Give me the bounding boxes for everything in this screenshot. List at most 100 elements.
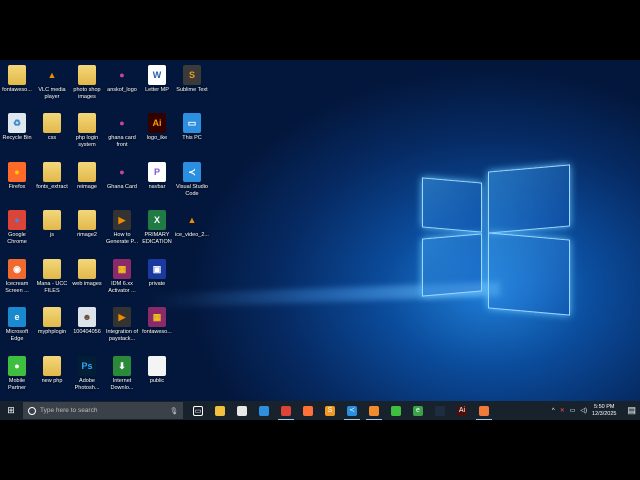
desktop-icon[interactable]: css xyxy=(35,113,69,142)
cortana-icon xyxy=(28,406,36,415)
desktop-icon-label: fonts_extract xyxy=(36,184,68,190)
word-icon: W xyxy=(148,65,166,85)
volume-icon[interactable]: ◁) xyxy=(580,407,587,414)
desktop-icon[interactable]: ● Mobile Partner xyxy=(0,356,34,392)
desktop-icon[interactable]: reimage xyxy=(70,162,104,191)
icecream-icon xyxy=(479,405,489,416)
desktop-icon[interactable]: Pnavbar xyxy=(140,162,174,191)
desktop-icon-label: js xyxy=(50,232,54,238)
desktop-icon[interactable]: ● Ghana Card xyxy=(105,162,139,191)
desktop-icon-label: rimage2 xyxy=(77,232,97,238)
desktop-icon[interactable]: ● ghana card front xyxy=(105,113,139,149)
desktop-icon[interactable]: ● anskof_logo xyxy=(105,65,139,94)
vlc-icon: ▲ xyxy=(47,70,57,80)
desktop-icon[interactable]: ▣ private xyxy=(140,259,174,288)
folder-icon xyxy=(43,307,61,327)
desktop-icon[interactable]: ♻ Recycle Bin xyxy=(0,113,34,142)
desktop-icon[interactable]: fontaweso... xyxy=(0,65,34,94)
clock[interactable]: 5:50 PM 12/3/2025 xyxy=(592,404,616,418)
desktop-icon-label: private xyxy=(148,281,166,287)
folder-icon xyxy=(43,259,61,279)
desktop-icon[interactable]: web images xyxy=(70,259,104,288)
desktop-icon-label: Firefox xyxy=(8,184,26,190)
desktop-icon[interactable]: ▲ ice_video_2... xyxy=(175,210,209,239)
desktop-icon-label: php login system xyxy=(75,135,99,148)
desktop-icon[interactable]: photo shop images xyxy=(70,65,104,101)
taskbar-task-view-button[interactable]: ▭ xyxy=(187,401,209,420)
mobile-partner-icon xyxy=(391,405,401,416)
system-tray: ^ ✕ ▭ ◁) 5:50 PM 12/3/2025 ▤ xyxy=(552,404,640,418)
taskbar-chrome-button[interactable] xyxy=(275,401,297,420)
desktop-icon-label: myphplogin xyxy=(37,329,67,335)
recycle-icon: ♻ xyxy=(8,113,26,133)
taskbar-internet-explorer-button[interactable]: e xyxy=(407,401,429,420)
taskbar-file-explorer-button[interactable] xyxy=(209,401,231,420)
desktop-icon[interactable]: ▶ Integration of paystack... xyxy=(105,307,139,343)
taskbar-app-dark-button[interactable] xyxy=(429,401,451,420)
taskbar-mobile-partner-button[interactable] xyxy=(385,401,407,420)
desktop-icon[interactable]: ☻ 100404056 xyxy=(70,307,104,336)
desktop-icon-label: photo shop images xyxy=(73,87,101,100)
desktop-icon-label: css xyxy=(47,135,57,141)
desktop-icon-label: This PC xyxy=(182,135,202,141)
desktop-icon[interactable]: js xyxy=(35,210,69,239)
desktop-icon[interactable]: ⬇ Internet Downlo... xyxy=(105,356,139,392)
desktop-icon-label: new php xyxy=(41,378,63,384)
desktop-icon[interactable]: ▦ IDM 6.xx Activator ... xyxy=(105,259,139,295)
file-icon xyxy=(148,356,166,376)
taskbar-app-blue-button[interactable] xyxy=(253,401,275,420)
desktop-icon-label: public xyxy=(149,378,165,384)
desktop-icon[interactable]: ◉ Icecream Screen ... xyxy=(0,259,34,295)
desktop-icon[interactable]: rimage2 xyxy=(70,210,104,239)
desktop-icon[interactable]: Ai logo_ike xyxy=(140,113,174,142)
desktop-icon[interactable]: ▦ fontaweso... xyxy=(140,307,174,336)
vscode-icon: ≺ xyxy=(183,162,201,182)
folder-icon xyxy=(78,162,96,182)
desktop-icon[interactable]: php login system xyxy=(70,113,104,149)
desktop-icon[interactable]: ▭ This PC xyxy=(175,113,209,142)
folder-icon xyxy=(78,65,96,85)
desktop-icon[interactable]: S Sublime Text xyxy=(175,65,209,94)
desktop-icon[interactable]: Mana - UCC FILES xyxy=(35,259,69,295)
image-icon: ● xyxy=(119,167,125,177)
taskbar-illustrator-button[interactable]: Ai xyxy=(451,401,473,420)
desktop-icon[interactable]: ≺ Visual Studio Code xyxy=(175,162,209,198)
network-icon[interactable]: ✕ xyxy=(560,407,565,414)
desktop-icon[interactable]: ● Google Chrome xyxy=(0,210,34,246)
taskbar-microsoft-store-button[interactable] xyxy=(231,401,253,420)
desktop-icon-label: Recycle Bin xyxy=(2,135,32,141)
desktop-icon[interactable]: new php xyxy=(35,356,69,385)
desktop-icon[interactable]: Ps Adobe Photosh... xyxy=(70,356,104,392)
desktop-icon-label: Microsoft Edge xyxy=(5,329,29,342)
private-icon: ▣ xyxy=(148,259,166,279)
desktop-icon[interactable]: X PRIMARY EDICATION xyxy=(140,210,174,246)
desktop-icon[interactable]: ● Firefox xyxy=(0,162,34,191)
desktop-icon-label: Internet Downlo... xyxy=(110,378,134,391)
desktop-icon[interactable]: myphplogin xyxy=(35,307,69,336)
folder-icon xyxy=(78,210,96,230)
taskbar-icecream-button[interactable] xyxy=(473,401,495,420)
desktop-icon[interactable]: fonts_extract xyxy=(35,162,69,191)
desktop-icon[interactable]: public xyxy=(140,356,174,385)
sublime-icon: S xyxy=(183,65,201,85)
taskbar-sublime-text-button[interactable]: S xyxy=(319,401,341,420)
date: 12/3/2025 xyxy=(592,410,617,417)
desktop: fontaweso... ▲ VLC media player photo shop … xyxy=(0,60,640,420)
windows-icon: ⊞ xyxy=(7,405,15,415)
show-hidden-icons-chevron-icon[interactable]: ^ xyxy=(552,408,555,414)
task-view-icon: ▭ xyxy=(193,405,203,416)
taskbar-vscode-button[interactable]: ≺ xyxy=(341,401,363,420)
start-button[interactable]: ⊞ xyxy=(0,401,22,420)
search-box[interactable]: Type here to search 🎙 xyxy=(23,402,183,419)
battery-icon[interactable]: ▭ xyxy=(570,407,576,414)
desktop-icon[interactable]: W Letter MP xyxy=(140,65,174,94)
image-icon: ● xyxy=(119,70,125,80)
desktop-icon-label: reimage xyxy=(77,184,97,190)
desktop-icon[interactable]: e Microsoft Edge xyxy=(0,307,34,343)
taskbar-xampp-button[interactable] xyxy=(363,401,385,420)
taskbar-firefox-button[interactable] xyxy=(297,401,319,420)
desktop-icon[interactable]: ▶ How to Generate P... xyxy=(105,210,139,246)
notifications-icon[interactable]: ▤ xyxy=(627,405,636,416)
rar-icon: ▦ xyxy=(148,307,166,327)
desktop-icon[interactable]: ▲ VLC media player xyxy=(35,65,69,101)
